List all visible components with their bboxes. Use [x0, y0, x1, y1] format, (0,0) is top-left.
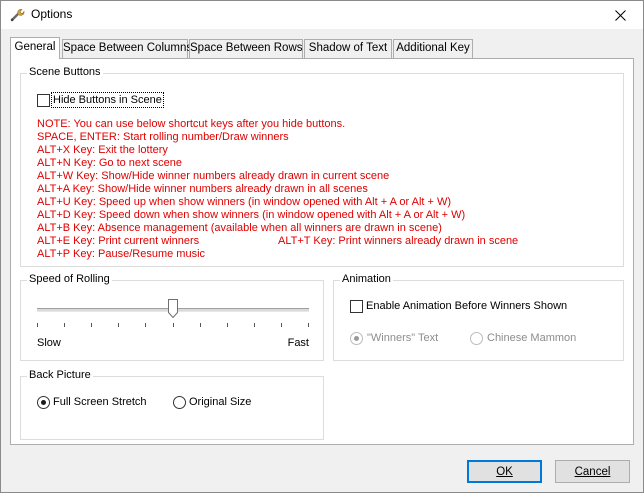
- speed-slider[interactable]: [37, 299, 309, 329]
- note-line: ALT+A Key: Show/Hide winner numbers alre…: [37, 183, 368, 195]
- speed-of-rolling-title: Speed of Rolling: [27, 273, 112, 285]
- slider-thumb[interactable]: [168, 299, 178, 319]
- slider-tick: [173, 323, 174, 327]
- winners-text-label[interactable]: "Winners" Text: [367, 332, 438, 344]
- note-line: ALT+E Key: Print current winners: [37, 235, 200, 247]
- full-screen-stretch-label[interactable]: Full Screen Stretch: [53, 396, 147, 408]
- slider-tick: [64, 323, 65, 327]
- note-line: ALT+B Key: Absence management (available…: [37, 222, 442, 234]
- full-screen-stretch-radio[interactable]: [37, 396, 50, 409]
- hide-buttons-checkbox[interactable]: [37, 94, 50, 107]
- slider-tick: [91, 323, 92, 327]
- speed-of-rolling-group: Speed of Rolling Slow Fast: [20, 273, 324, 361]
- ok-label: OK: [496, 465, 513, 478]
- winners-text-radio[interactable]: [350, 332, 363, 345]
- tab-space-between-rows[interactable]: Space Between Rows: [189, 39, 303, 58]
- slider-tick: [145, 323, 146, 327]
- note-line: ALT+N Key: Go to next scene: [37, 157, 183, 169]
- animation-group: Animation Enable Animation Before Winner…: [333, 273, 624, 361]
- wrench-icon: [9, 7, 25, 23]
- note-line: NOTE: You can use below shortcut keys af…: [37, 118, 346, 130]
- note-line: ALT+P Key: Pause/Resume music: [37, 248, 206, 260]
- note-line: ALT+D Key: Speed down when show winners …: [37, 209, 466, 221]
- cancel-button[interactable]: Cancel: [555, 460, 630, 483]
- scene-buttons-title: Scene Buttons: [27, 66, 103, 78]
- enable-animation-checkbox[interactable]: [350, 300, 363, 313]
- note-line: ALT+W Key: Show/Hide winner numbers alre…: [37, 170, 390, 182]
- tab-shadow-of-text[interactable]: Shadow of Text: [304, 39, 392, 58]
- note-line: SPACE, ENTER: Start rolling number/Draw …: [37, 131, 289, 143]
- tab-general[interactable]: General: [10, 37, 60, 59]
- chinese-mammon-radio[interactable]: [470, 332, 483, 345]
- title-bar: Options: [1, 1, 643, 29]
- slider-tick: [227, 323, 228, 327]
- options-dialog: Options General Space Between Columns Sp…: [0, 0, 644, 493]
- general-tab-panel: Scene Buttons Hide Buttons in Scene NOTE…: [10, 58, 634, 445]
- slider-tick: [200, 323, 201, 327]
- slider-tick: [118, 323, 119, 327]
- original-size-radio[interactable]: [173, 396, 186, 409]
- scene-buttons-group: Scene Buttons Hide Buttons in Scene NOTE…: [20, 66, 624, 267]
- chinese-mammon-label[interactable]: Chinese Mammon: [487, 332, 576, 344]
- tab-additional-key[interactable]: Additional Key: [393, 39, 473, 58]
- hide-buttons-label[interactable]: Hide Buttons in Scene: [51, 92, 164, 108]
- slider-tick: [254, 323, 255, 327]
- fast-label: Fast: [287, 337, 309, 349]
- ok-button[interactable]: OK: [467, 460, 542, 483]
- slider-tick: [308, 323, 309, 327]
- back-picture-title: Back Picture: [27, 369, 93, 381]
- original-size-label[interactable]: Original Size: [189, 396, 251, 408]
- slider-tick: [281, 323, 282, 327]
- animation-title: Animation: [340, 273, 393, 285]
- close-button[interactable]: [597, 1, 643, 29]
- window-title: Options: [31, 7, 73, 21]
- enable-animation-label[interactable]: Enable Animation Before Winners Shown: [366, 300, 567, 312]
- note-line-extra: ALT+T Key: Print winners already drawn i…: [278, 235, 519, 247]
- cancel-label: Cancel: [574, 465, 611, 478]
- note-line: ALT+X Key: Exit the lottery: [37, 144, 168, 156]
- slow-label: Slow: [37, 337, 61, 349]
- note-line: ALT+U Key: Speed up when show winners (i…: [37, 196, 452, 208]
- tab-space-between-columns[interactable]: Space Between Columns: [62, 39, 192, 58]
- slider-tick: [37, 323, 38, 327]
- close-icon: [614, 9, 626, 21]
- back-picture-group: Back Picture Full Screen Stretch Origina…: [20, 369, 324, 440]
